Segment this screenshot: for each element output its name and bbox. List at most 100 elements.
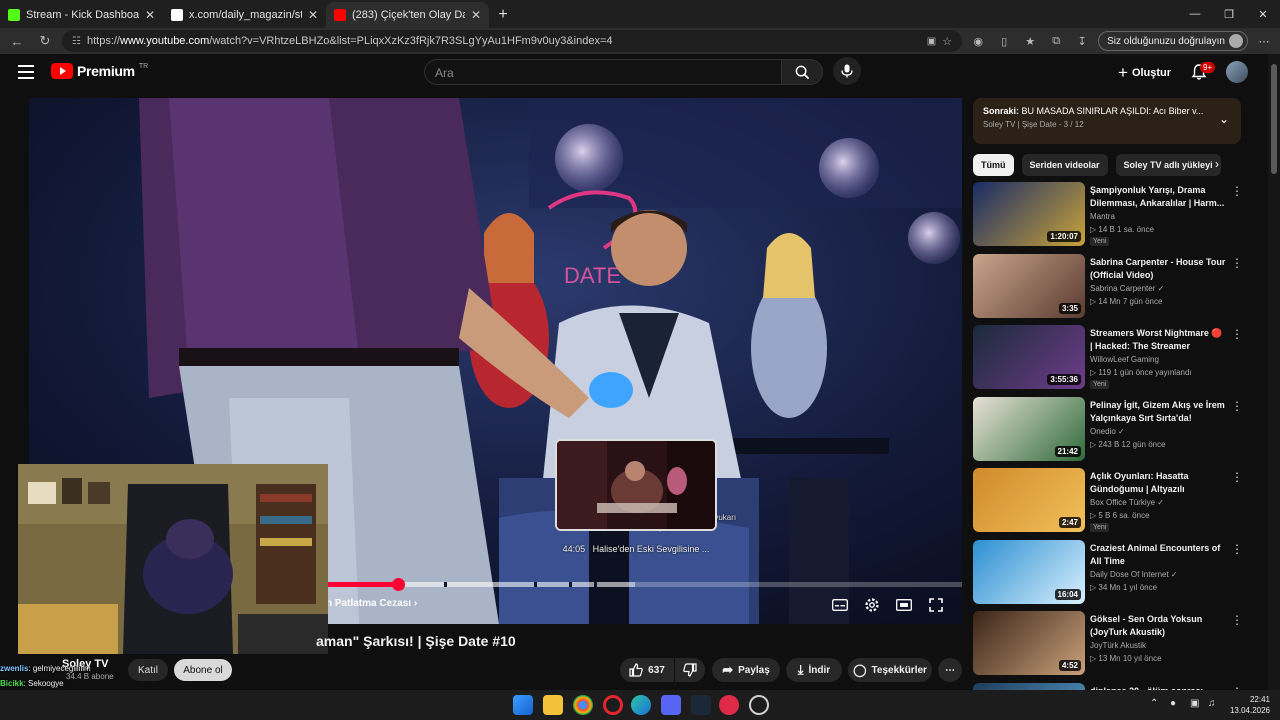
- more-options-icon[interactable]: ⋮: [1231, 399, 1243, 413]
- more-options-icon[interactable]: ⋮: [1231, 613, 1243, 627]
- edge-icon[interactable]: [631, 695, 651, 715]
- more-options-icon[interactable]: ⋮: [1231, 327, 1243, 341]
- thanks-button[interactable]: ◯ Teşekkürler: [848, 658, 932, 682]
- more-options-icon[interactable]: ⋮: [1231, 470, 1243, 484]
- recommendation-item[interactable]: 1:20:07 Şampiyonluk Yarışı, Drama Dilemma…: [973, 182, 1253, 246]
- download-button[interactable]: ⤓ İndir: [786, 658, 842, 682]
- obs-icon[interactable]: [749, 695, 769, 715]
- filter-chip[interactable]: Seriden videolar: [1021, 154, 1108, 176]
- downloads-icon[interactable]: ↧: [1072, 31, 1092, 51]
- subtitles-icon[interactable]: [829, 595, 851, 615]
- recommendation-channel[interactable]: Mantra: [1090, 212, 1115, 221]
- fullscreen-icon[interactable]: [925, 595, 947, 615]
- recommendation-item[interactable]: 4:52 Göksel - Sen Orda Yoksun (JoyTurk Ak…: [973, 611, 1253, 675]
- filter-chip[interactable]: Tümü: [973, 154, 1014, 176]
- browser-menu-icon[interactable]: ⋯: [1254, 31, 1274, 51]
- filter-chip[interactable]: Soley TV adlı yükleyi: [1115, 154, 1221, 176]
- close-window-icon[interactable]: ✕: [1246, 0, 1280, 28]
- start-icon[interactable]: [513, 695, 533, 715]
- collections-icon[interactable]: ⧉: [1046, 31, 1066, 51]
- more-actions-icon[interactable]: ⋯: [938, 658, 962, 682]
- site-info-icon[interactable]: ☷: [72, 36, 81, 47]
- youtube-premium-logo[interactable]: Premium TR: [51, 63, 148, 79]
- recommendation-item[interactable]: dinlence 20 - ölüm sonrası⋮: [973, 682, 1253, 690]
- recommendation-item[interactable]: 2:47 Açlık Oyunları: Hasatta Gündoğumu | …: [973, 468, 1253, 532]
- create-button[interactable]: + Oluştur: [1118, 63, 1171, 83]
- favorites-icon[interactable]: ★: [1020, 31, 1040, 51]
- menu-icon[interactable]: [18, 65, 34, 79]
- steam-icon[interactable]: [691, 695, 711, 715]
- volume-icon[interactable]: ♫: [1208, 698, 1216, 709]
- recommendation-item[interactable]: 3:35 Sabrina Carpenter - House Tour (Offi…: [973, 253, 1253, 318]
- search-input[interactable]: Ara: [424, 59, 782, 85]
- recommendation-thumbnail[interactable]: 16:04: [973, 539, 1085, 604]
- maximize-icon[interactable]: ❐: [1212, 0, 1246, 28]
- recommendation-channel[interactable]: WillowLeef Gaming: [1090, 355, 1159, 364]
- search-button[interactable]: [781, 59, 823, 85]
- recommendation-thumbnail[interactable]: 4:52: [973, 611, 1085, 675]
- browser-tab[interactable]: x.com/daily_magazin/status/2043 ✕: [163, 2, 326, 28]
- file-explorer-icon[interactable]: [543, 695, 563, 715]
- close-icon[interactable]: ✕: [145, 8, 155, 22]
- settings-gear-icon[interactable]: [861, 595, 883, 615]
- verify-identity-button[interactable]: Siz olduğunuzu doğrulayın: [1098, 31, 1248, 51]
- chrome-icon[interactable]: [573, 695, 593, 715]
- recommendation-thumbnail[interactable]: 2:47: [973, 468, 1085, 532]
- recommendation-thumbnail[interactable]: 3:35: [973, 253, 1085, 318]
- recommendation-title[interactable]: Streamers Worst Nightmare 🔴 | Hacked: Th…: [1090, 327, 1226, 353]
- recommendation-channel[interactable]: JoyTürk Akustik: [1090, 641, 1146, 650]
- bookmark-star-icon[interactable]: ☆: [942, 35, 952, 48]
- new-tab-icon[interactable]: +: [489, 2, 517, 28]
- browser-tab[interactable]: (283) Çiçek'ten Olay Dans Perform ✕: [326, 2, 489, 28]
- recommendation-title[interactable]: Şampiyonluk Yarışı, Drama Dilemması, Ank…: [1090, 184, 1226, 210]
- recommendation-title[interactable]: Göksel - Sen Orda Yoksun (JoyTurk Akusti…: [1090, 613, 1226, 639]
- recommendation-thumbnail[interactable]: 1:20:07: [973, 182, 1085, 246]
- network-icon[interactable]: ▣: [1190, 698, 1199, 709]
- recommendation-title[interactable]: Açlık Oyunları: Hasatta Gündoğumu | Alty…: [1090, 470, 1226, 497]
- scrubber-handle[interactable]: [391, 578, 405, 591]
- page-scrollbar[interactable]: [1268, 54, 1280, 690]
- chevron-right-icon[interactable]: ›: [1215, 157, 1219, 171]
- media-player-icon[interactable]: [719, 695, 739, 715]
- extension-icon[interactable]: ◉: [968, 31, 988, 51]
- more-options-icon[interactable]: ⋮: [1231, 256, 1243, 270]
- extensions-puzzle-icon[interactable]: ▯: [994, 31, 1014, 51]
- chevron-down-icon[interactable]: ⌄: [1219, 112, 1229, 126]
- minimize-icon[interactable]: —: [1178, 0, 1212, 28]
- translate-icon[interactable]: ▣: [927, 36, 936, 47]
- tray-chevron-icon[interactable]: ⌃: [1150, 698, 1158, 709]
- recommendation-item[interactable]: 16:04 Craziest Animal Encounters of All T…: [973, 539, 1253, 604]
- recommendation-channel[interactable]: Sabrina Carpenter ✓: [1090, 284, 1164, 293]
- close-icon[interactable]: ✕: [308, 8, 318, 22]
- recommendation-thumbnail[interactable]: 3:55:36: [973, 325, 1085, 389]
- recommendation-title[interactable]: Sabrina Carpenter - House Tour (Official…: [1090, 256, 1226, 282]
- close-icon[interactable]: ✕: [471, 8, 481, 22]
- recommendation-thumbnail[interactable]: 21:42: [973, 396, 1085, 461]
- more-options-icon[interactable]: ⋮: [1231, 542, 1243, 556]
- system-clock[interactable]: 22:41 13.04.2026: [1226, 694, 1270, 716]
- recommendation-channel[interactable]: Onedio ✓: [1090, 427, 1125, 436]
- reload-icon[interactable]: ↻: [34, 30, 56, 52]
- playlist-up-next[interactable]: Sonraki: BU MASADA SINIRLAR AŞILDI: Acı …: [973, 98, 1241, 144]
- recommendation-title[interactable]: Pelinay İgit, Gizem Akış ve İrem Yalçınk…: [1090, 399, 1226, 425]
- more-options-icon[interactable]: ⋮: [1231, 184, 1243, 198]
- scrollbar-thumb[interactable]: [1271, 64, 1277, 174]
- browser-tab[interactable]: Stream - Kick Dashboard ✕: [0, 2, 163, 28]
- recommendation-item[interactable]: 3:55:36 Streamers Worst Nightmare 🔴 | Hac…: [973, 325, 1253, 389]
- recommendation-thumbnail[interactable]: [973, 682, 1085, 690]
- recommendation-channel[interactable]: Daily Dose Of Internet ✓: [1090, 570, 1178, 579]
- chapter-title[interactable]: n Patlatma Cezası ›: [326, 598, 417, 609]
- discord-icon[interactable]: [661, 695, 681, 715]
- back-icon[interactable]: ←: [6, 30, 28, 52]
- dislike-button[interactable]: [675, 658, 705, 682]
- voice-search-icon[interactable]: [833, 57, 861, 85]
- recommendation-item[interactable]: 21:42 Pelinay İgit, Gizem Akış ve İrem Ya…: [973, 396, 1253, 461]
- theater-mode-icon[interactable]: [893, 595, 915, 615]
- opera-icon[interactable]: [603, 695, 623, 715]
- microphone-icon[interactable]: ●: [1170, 698, 1176, 709]
- account-avatar[interactable]: [1226, 61, 1248, 83]
- recommendation-channel[interactable]: Box Office Türkiye ✓: [1090, 498, 1164, 507]
- address-bar[interactable]: ☷ https://www.youtube.com/watch?v=VRhtze…: [62, 30, 963, 52]
- recommendation-title[interactable]: Craziest Animal Encounters of All Time: [1090, 542, 1226, 568]
- share-button[interactable]: ➦ Paylaş: [712, 658, 780, 682]
